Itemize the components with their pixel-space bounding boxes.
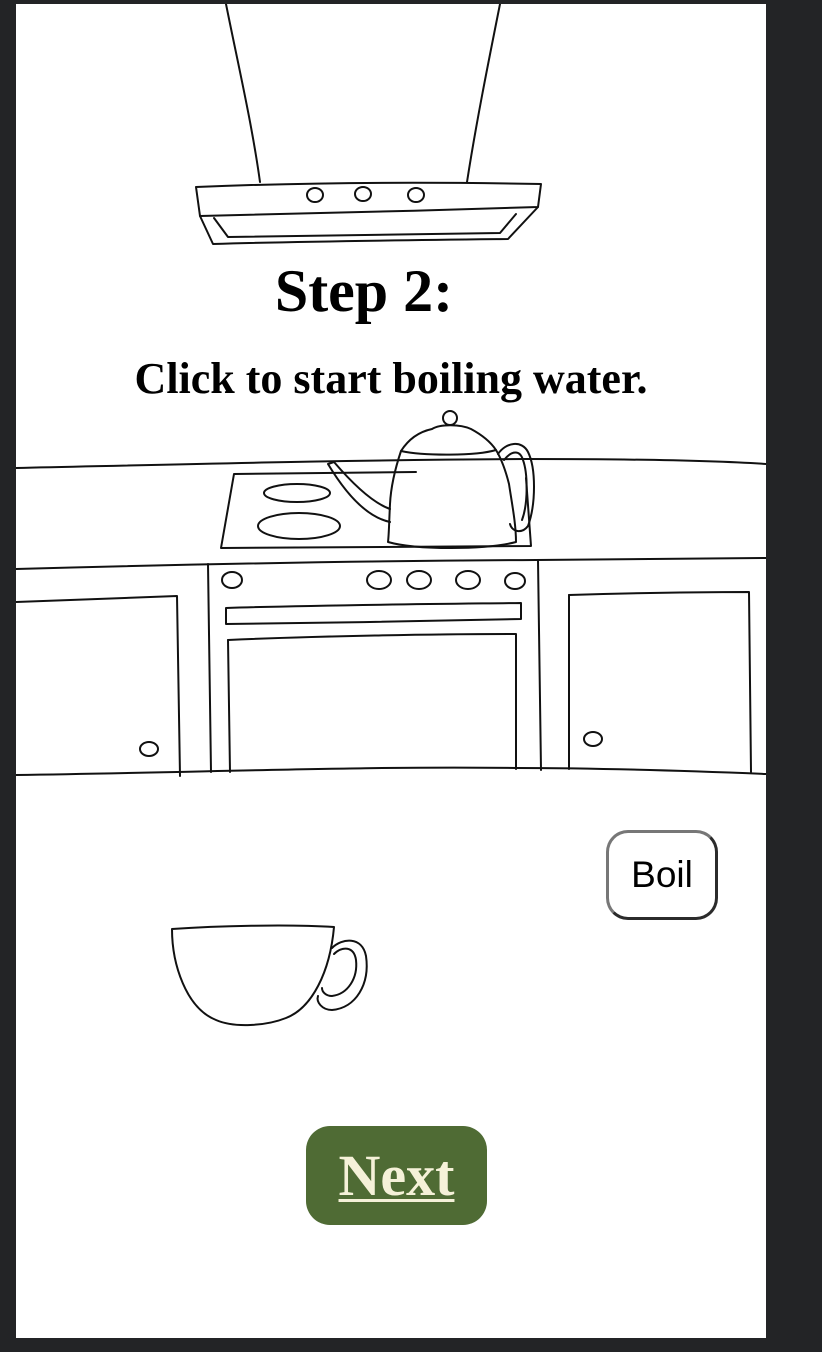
- kettle-icon: [327, 410, 535, 549]
- floor-line: [16, 766, 766, 776]
- page: Step 2: Click to start boiling water. Bo…: [16, 4, 766, 1338]
- counter-edge: [16, 557, 766, 570]
- step-instruction: Click to start boiling water.: [134, 354, 648, 403]
- oven-icon: [207, 559, 542, 773]
- countertop-line: [16, 458, 766, 469]
- range-hood-icon: [195, 4, 542, 245]
- step-title: Step 2:: [274, 258, 454, 324]
- boil-button[interactable]: Boil: [606, 830, 718, 920]
- cup-icon: [171, 924, 368, 1027]
- stovetop-icon: [220, 471, 532, 549]
- next-button[interactable]: Next: [306, 1126, 487, 1225]
- right-cabinet-icon: [568, 591, 752, 773]
- boil-button-label: Boil: [631, 854, 693, 895]
- next-button-label: Next: [338, 1143, 455, 1208]
- left-cabinet-icon: [16, 595, 181, 777]
